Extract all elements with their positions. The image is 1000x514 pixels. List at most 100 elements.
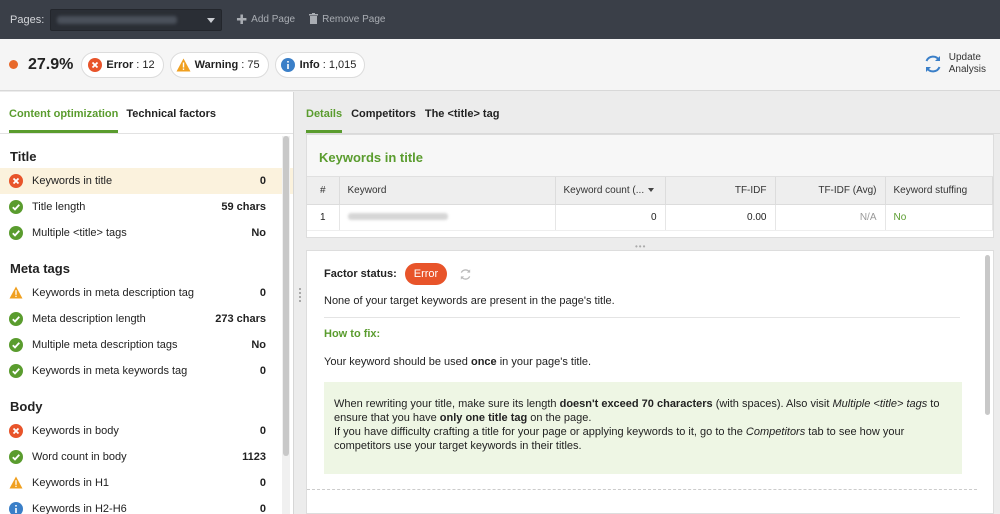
factor-label: Keywords in H2-H6	[32, 503, 127, 514]
scrollbar-thumb[interactable]	[283, 136, 289, 456]
tip-link-multiple-title-tags[interactable]: Multiple <title> tags	[832, 398, 927, 410]
fix-rule-bold: once	[470, 356, 497, 368]
factor-label: Keywords in meta description tag	[32, 287, 195, 299]
factor-value: 273 chars	[215, 313, 266, 325]
warning-count: : 75	[241, 58, 260, 71]
remove-page-button[interactable]: Remove Page	[309, 12, 385, 27]
factor-value: 0	[259, 287, 266, 299]
warning-icon	[176, 57, 191, 72]
info-count: : 1,015	[322, 58, 357, 71]
tab-technical-factors[interactable]: Technical factors	[126, 108, 216, 133]
col-header-keyword[interactable]: Keyword	[339, 177, 556, 205]
factor-item[interactable]: Keywords in H2-H6 0	[0, 496, 293, 514]
details-panel: Details Competitors The <title> tag Keyw…	[305, 92, 1000, 514]
factor-item[interactable]: Title length 59 chars	[0, 194, 293, 220]
refresh-icon	[925, 55, 941, 73]
error-icon	[9, 424, 23, 438]
factor-item[interactable]: Keywords in meta description tag 0	[0, 280, 293, 306]
error-count-badge[interactable]: Error: 12	[81, 51, 164, 78]
col-header-keyword-count-label: Keyword count (...	[563, 184, 645, 196]
tab-content-optimization[interactable]: Content optimization	[9, 108, 119, 133]
tip-text: on the page.	[527, 412, 592, 424]
tip-text: When rewriting your title, make sure its…	[334, 398, 560, 410]
factor-item[interactable]: Keywords in meta keywords tag 0	[0, 358, 293, 384]
update-analysis-button[interactable]: Update Analysis	[923, 52, 986, 76]
detail-scrollbar-thumb[interactable]	[985, 255, 990, 415]
factor-value: 0	[259, 503, 266, 514]
check-icon	[9, 450, 23, 464]
factor-label: Meta description length	[32, 313, 146, 325]
info-label: Info	[299, 58, 320, 71]
keywords-table: # Keyword Keyword count (... TF-IDF TF-I…	[307, 177, 993, 231]
factors-panel: Content optimization Technical factors T…	[0, 92, 294, 514]
factor-value: No	[251, 339, 266, 351]
check-icon	[9, 200, 23, 214]
tip-text: If you have difficulty crafting a title …	[334, 426, 746, 438]
factor-value: 1123	[242, 451, 266, 463]
col-header-keyword-stuffing[interactable]: Keyword stuffing	[885, 177, 993, 205]
col-header-keyword-count[interactable]: Keyword count (...	[555, 177, 666, 205]
factor-description: None of your target keywords are present…	[324, 295, 615, 307]
factor-value: 0	[259, 175, 266, 187]
summary-bar: 27.9% Error: 12 Warning: 75 Info: 1,015 …	[0, 39, 1000, 91]
factor-status-row: Factor status: Error	[324, 263, 993, 285]
factor-item[interactable]: Keywords in H1 0	[0, 470, 293, 496]
factor-item[interactable]: Word count in body 1123	[0, 444, 293, 470]
factor-label: Keywords in title	[32, 175, 113, 187]
warning-icon	[9, 286, 23, 300]
info-icon	[9, 502, 23, 514]
cell-tfidf: 0.00	[665, 204, 776, 231]
factor-item[interactable]: Keywords in body 0	[0, 418, 293, 444]
top-toolbar: Pages: ✚ Add Page Remove Page	[0, 0, 1000, 39]
factor-label: Title length	[32, 201, 86, 213]
col-header-num[interactable]: #	[307, 177, 340, 205]
tab-details[interactable]: Details	[306, 108, 343, 133]
warning-label: Warning	[194, 58, 239, 71]
warning-count-badge[interactable]: Warning: 75	[169, 51, 269, 78]
plus-icon: ✚	[236, 11, 248, 27]
add-page-label: Add Page	[251, 14, 296, 25]
tip-bold: doesn't exceed 70 characters	[559, 398, 713, 410]
cell-keyword-stuffing: No	[885, 204, 993, 231]
factor-label: Multiple <title> tags	[32, 227, 127, 239]
score-indicator-dot	[9, 60, 18, 69]
factor-value: 0	[259, 365, 266, 377]
page-selector-dropdown[interactable]	[50, 8, 223, 31]
keyword-value-obscured	[347, 213, 448, 221]
tip-bold: only one title tag	[439, 412, 528, 424]
tip-paragraph-2: If you have difficulty crafting a title …	[334, 425, 952, 453]
col-header-tfidf-avg[interactable]: TF-IDF (Avg)	[775, 177, 886, 205]
info-count-badge[interactable]: Info: 1,015	[274, 51, 366, 78]
pages-label: Pages:	[10, 13, 45, 26]
chevron-down-icon	[207, 17, 216, 23]
error-icon	[87, 57, 102, 72]
factor-list: Title Keywords in title 0 Title length 59 ch…	[0, 134, 293, 514]
tip-paragraph-1: When rewriting your title, make sure its…	[334, 397, 952, 425]
add-page-button[interactable]: ✚ Add Page	[236, 12, 295, 28]
tip-text: (with spaces). Also visit	[712, 398, 833, 410]
section-title: Body	[10, 399, 43, 414]
check-icon	[9, 338, 23, 352]
keywords-card: Keywords in title # Keyword Keyword coun…	[306, 134, 994, 238]
left-tabs: Content optimization Technical factors	[0, 92, 293, 134]
factor-label: Keywords in meta keywords tag	[32, 365, 188, 377]
check-icon	[9, 226, 23, 240]
panel-splitter[interactable]	[295, 92, 305, 514]
tab-competitors[interactable]: Competitors	[351, 108, 416, 133]
table-row[interactable]: 1 0 0.00 N/A No	[307, 204, 993, 231]
tip-link-competitors[interactable]: Competitors	[746, 426, 805, 438]
factor-item[interactable]: Multiple meta description tags No	[0, 332, 293, 358]
tab-title-tag[interactable]: The <title> tag	[425, 108, 500, 133]
fix-rule-pre: Your keyword should be used	[324, 356, 471, 368]
fix-rule-post: in your page's title.	[496, 356, 592, 368]
factor-label: Multiple meta description tags	[32, 339, 178, 351]
factor-item[interactable]: Meta description length 273 chars	[0, 306, 293, 332]
col-header-tfidf[interactable]: TF-IDF	[665, 177, 776, 205]
cell-tfidf-avg: N/A	[775, 204, 886, 231]
recheck-icon[interactable]	[459, 268, 472, 281]
right-tabs: Details Competitors The <title> tag	[305, 92, 1000, 134]
factor-detail: Factor status: Error None of your target…	[306, 250, 994, 514]
factor-item[interactable]: Keywords in title 0	[0, 168, 293, 194]
factor-item[interactable]: Multiple <title> tags No	[0, 220, 293, 246]
factor-label: Keywords in body	[32, 425, 119, 437]
